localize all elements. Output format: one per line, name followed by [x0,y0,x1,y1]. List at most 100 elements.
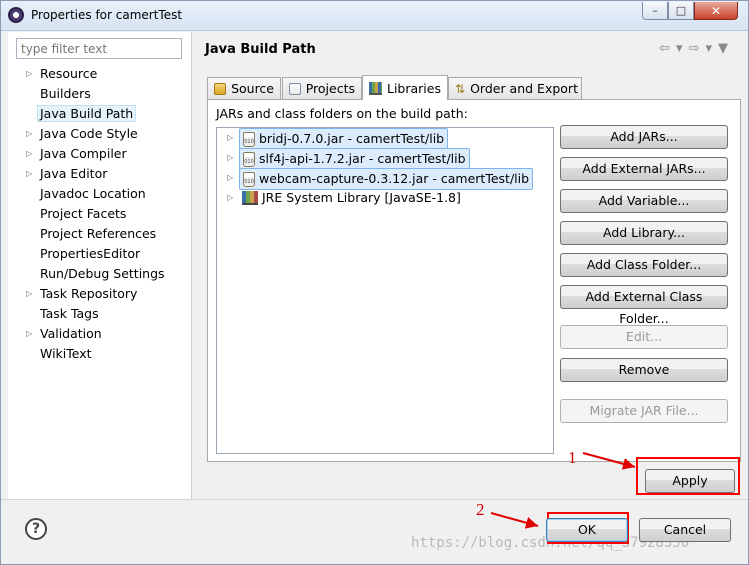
sidebar-item-label: Builders [40,86,91,101]
nav-tree: ▷ Resource Builders Java Build Path ▷ Java Co… [8,64,192,364]
order-export-icon: ⇅ [455,81,466,96]
sidebar-item-wikitext[interactable]: WikiText [8,344,192,364]
expand-arrow-icon[interactable]: ▷ [227,188,233,208]
list-item-content: 010 bridj-0.7.0.jar - camertTest/lib [239,128,449,150]
list-item-content: 010 slf4j-api-1.7.2.jar - camertTest/lib [239,148,470,170]
sidebar-item-label: Javadoc Location [40,186,146,201]
jre-library-icon [242,191,258,205]
sidebar-item-propertieseditor[interactable]: PropertiesEditor [8,244,192,264]
list-item-content: 010 webcam-capture-0.3.12.jar - camertTes… [239,168,534,190]
jar-icon: 010 [243,171,255,187]
list-item[interactable]: ▷ 010 slf4j-api-1.7.2.jar - camertTest/lib [217,148,553,170]
main-panel: Java Build Path ⇦▾⇨▾▼ Source Projects Li… [193,32,748,499]
source-folder-icon [214,82,227,95]
expand-arrow-icon[interactable]: ▷ [227,148,233,168]
sidebar-item-label: Project Facets [40,206,127,221]
sidebar-item-label: Java Compiler [40,146,127,161]
add-class-folder-button[interactable]: Add Class Folder... [560,253,728,277]
sidebar-item-label: WikiText [40,346,92,361]
tab-label: Libraries [387,80,441,96]
build-path-list[interactable]: ▷ 010 bridj-0.7.0.jar - camertTest/lib ▷ 010… [216,127,554,454]
sidebar: ▷ Resource Builders Java Build Path ▷ Java Co… [8,32,192,499]
eclipse-app-icon [8,7,24,23]
tab-label: Projects [305,81,355,96]
tab-projects[interactable]: Projects [282,77,362,99]
expand-arrow-icon[interactable]: ▷ [26,64,32,84]
remove-button[interactable]: Remove [560,358,728,382]
sidebar-item-label: Task Tags [40,306,99,321]
list-item-label: webcam-capture-0.3.12.jar - camertTest/l… [259,171,530,186]
sidebar-item-java-build-path[interactable]: Java Build Path [8,104,192,124]
projects-folder-icon [289,82,301,95]
add-jars-button[interactable]: Add JARs... [560,125,728,149]
minimize-button[interactable]: – [642,2,668,20]
add-variable-button[interactable]: Add Variable... [560,189,728,213]
migrate-jar-file-button[interactable]: Migrate JAR File... [560,399,728,423]
help-icon[interactable]: ? [25,518,47,540]
cancel-button[interactable]: Cancel [639,518,731,542]
tab-libraries[interactable]: Libraries [362,75,448,100]
sidebar-item-run-debug-settings[interactable]: Run/Debug Settings [8,264,192,284]
sidebar-item-project-references[interactable]: Project References [8,224,192,244]
list-item[interactable]: ▷ 010 webcam-capture-0.3.12.jar - camertTe… [217,168,553,190]
list-item-label: slf4j-api-1.7.2.jar - camertTest/lib [259,151,466,166]
list-item-label: bridj-0.7.0.jar - camertTest/lib [259,131,445,146]
title-bar: Properties for camertTest – □ ✕ [1,1,748,31]
sidebar-item-label: Resource [40,66,98,81]
sidebar-item-project-facets[interactable]: Project Facets [8,204,192,224]
sidebar-item-resource[interactable]: ▷ Resource [8,64,192,84]
edit-button[interactable]: Edit... [560,325,728,349]
close-button[interactable]: ✕ [694,2,738,20]
tab-source[interactable]: Source [207,77,281,99]
sidebar-item-task-repository[interactable]: ▷ Task Repository [8,284,192,304]
dialog-footer: ? https://blog.csdn.net/qq_37928350 OK C… [1,499,748,564]
add-library-button[interactable]: Add Library... [560,221,728,245]
jar-icon: 010 [243,131,255,147]
properties-dialog: Properties for camertTest – □ ✕ ▷ Resourc… [0,0,749,565]
filter-input[interactable] [16,38,182,59]
sidebar-item-label: Java Build Path [37,105,137,122]
expand-arrow-icon[interactable]: ▷ [26,324,32,344]
sidebar-item-java-code-style[interactable]: ▷ Java Code Style [8,124,192,144]
expand-arrow-icon[interactable]: ▷ [227,168,233,188]
page-title: Java Build Path [205,42,316,57]
libraries-tab-panel: JARs and class folders on the build path… [207,99,741,462]
add-external-class-folder-button[interactable]: Add External Class Folder... [560,285,728,326]
sidebar-item-java-compiler[interactable]: ▷ Java Compiler [8,144,192,164]
tab-label: Order and Export [470,81,578,96]
sidebar-item-label: Run/Debug Settings [40,266,165,281]
expand-arrow-icon[interactable]: ▷ [26,164,32,184]
sidebar-item-java-editor[interactable]: ▷ Java Editor [8,164,192,184]
window-title: Properties for camertTest [31,8,183,22]
expand-arrow-icon[interactable]: ▷ [26,144,32,164]
ok-button[interactable]: OK [546,518,628,542]
sidebar-item-builders[interactable]: Builders [8,84,192,104]
sidebar-item-task-tags[interactable]: Task Tags [8,304,192,324]
sidebar-item-validation[interactable]: ▷ Validation [8,324,192,344]
list-item-content: JRE System Library [JavaSE-1.8] [239,188,464,208]
panel-label: JARs and class folders on the build path… [216,106,468,121]
add-external-jars-button[interactable]: Add External JARs... [560,157,728,181]
sidebar-item-javadoc-location[interactable]: Javadoc Location [8,184,192,204]
jar-icon: 010 [243,151,255,167]
sidebar-item-label: Java Editor [40,166,108,181]
tab-order-and-export[interactable]: ⇅ Order and Export [448,77,582,99]
list-item[interactable]: ▷ 010 bridj-0.7.0.jar - camertTest/lib [217,128,553,150]
maximize-button[interactable]: □ [668,2,694,20]
expand-arrow-icon[interactable]: ▷ [227,128,233,148]
history-nav-arrows-icon[interactable]: ⇦▾⇨▾▼ [659,41,734,56]
sidebar-item-label: Task Repository [40,286,138,301]
sidebar-item-label: Java Code Style [40,126,138,141]
sidebar-item-label: Project References [40,226,157,241]
list-item[interactable]: ▷ JRE System Library [JavaSE-1.8] [217,188,553,208]
annotation-step-1: 1 [568,448,577,467]
list-item-label: JRE System Library [JavaSE-1.8] [262,190,461,205]
sidebar-item-label: PropertiesEditor [40,246,141,261]
apply-button[interactable]: Apply [645,469,735,493]
tab-label: Source [231,81,274,96]
expand-arrow-icon[interactable]: ▷ [26,124,32,144]
annotation-step-2: 2 [476,500,485,519]
expand-arrow-icon[interactable]: ▷ [26,284,32,304]
libraries-icon [369,81,382,95]
sidebar-item-label: Validation [40,326,102,341]
